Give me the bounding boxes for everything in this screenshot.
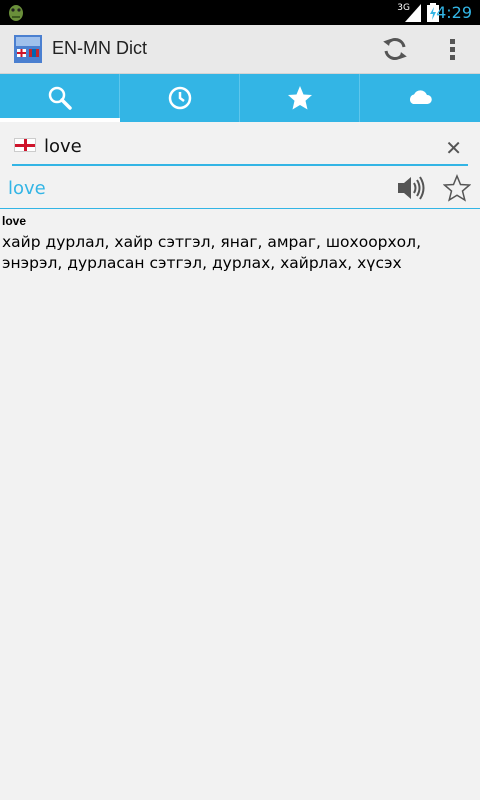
search-input[interactable] <box>44 133 424 159</box>
cloud-icon <box>409 90 432 104</box>
result-header: love <box>0 170 480 209</box>
signal-icon <box>405 4 421 22</box>
tab-favorites[interactable] <box>240 74 360 122</box>
status-time: 4:29 <box>436 3 472 22</box>
entry-headword: love <box>2 214 27 228</box>
tab-cloud[interactable] <box>360 74 480 122</box>
england-flag-icon[interactable] <box>14 138 36 152</box>
clear-icon[interactable]: ✕ <box>445 136 462 160</box>
history-clock-icon <box>168 86 192 110</box>
status-bar: 3G 4:29 <box>0 0 480 25</box>
app-title: EN-MN Dict <box>52 38 147 58</box>
tab-history[interactable] <box>120 74 240 122</box>
speaker-icon[interactable] <box>396 174 426 202</box>
result-word: love <box>8 178 46 199</box>
definition-entry: love хайр дурлал, хайр сэтгэл, янаг, амр… <box>2 214 472 274</box>
entry-definition: хайр дурлал, хайр сэтгэл, янаг, амраг, ш… <box>2 233 421 272</box>
action-bar: EN-MN Dict <box>0 25 480 74</box>
tab-bar <box>0 74 480 122</box>
tab-search[interactable] <box>0 74 120 122</box>
android-notification-icon <box>9 5 23 21</box>
search-bar: ✕ <box>12 132 468 166</box>
search-icon <box>48 86 72 110</box>
selected-tab-indicator <box>0 118 120 122</box>
overflow-menu-icon[interactable] <box>440 35 464 63</box>
favorite-star-icon[interactable] <box>443 174 471 202</box>
refresh-icon[interactable] <box>380 34 410 64</box>
favorites-star-icon <box>288 86 312 110</box>
app-logo-icon[interactable] <box>14 35 42 63</box>
